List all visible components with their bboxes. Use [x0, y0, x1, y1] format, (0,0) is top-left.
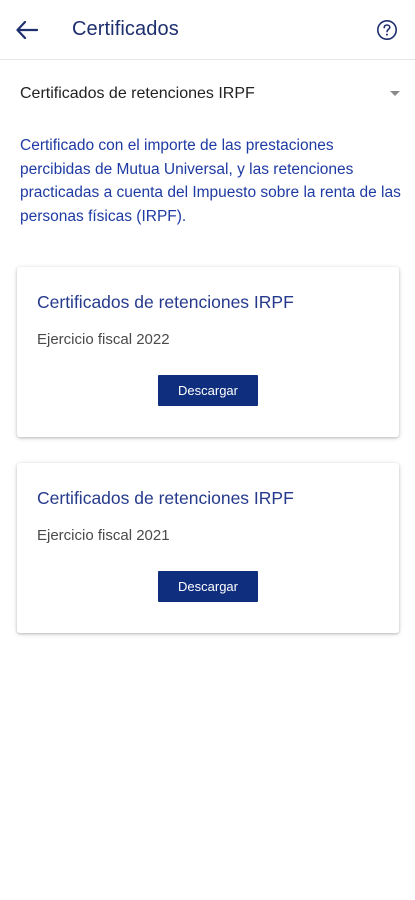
back-button[interactable]	[14, 17, 40, 43]
caret-down-icon	[390, 91, 400, 96]
app-bar: Certificados	[0, 0, 415, 60]
certificate-card-year: Ejercicio fiscal 2022	[37, 331, 170, 348]
certificate-card: Certificados de retenciones IRPF Ejercic…	[17, 267, 399, 437]
download-button[interactable]: Descargar	[158, 375, 258, 406]
certificate-type-value: Certificados de retenciones IRPF	[20, 85, 255, 102]
certificate-card-title: Certificados de retenciones IRPF	[37, 488, 294, 508]
download-button[interactable]: Descargar	[158, 571, 258, 602]
certificate-card-year: Ejercicio fiscal 2021	[37, 527, 170, 544]
question-circle-icon	[377, 20, 397, 40]
certificate-type-select[interactable]: Certificados de retenciones IRPF	[20, 74, 400, 114]
page-title: Certificados	[72, 18, 179, 40]
certificate-card-title: Certificados de retenciones IRPF	[37, 292, 294, 312]
certificate-card: Certificados de retenciones IRPF Ejercic…	[17, 463, 399, 633]
help-button[interactable]	[376, 19, 398, 41]
certificate-description: Certificado con el importe de las presta…	[20, 137, 401, 225]
arrow-left-icon	[16, 21, 38, 39]
